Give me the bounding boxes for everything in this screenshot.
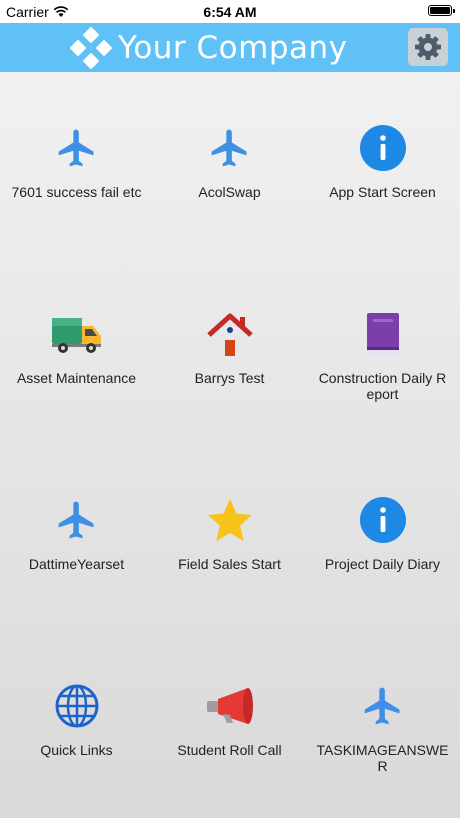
airplane-icon (51, 122, 103, 174)
app-tile-dattimeyearset[interactable]: DattimeYearset (0, 444, 153, 630)
app-tile-label: Quick Links (40, 742, 113, 758)
company-title: Your Company (118, 29, 348, 66)
app-tile-acolswap[interactable]: AcolSwap (153, 72, 306, 258)
app-tile-project-daily-diary[interactable]: Project Daily Diary (306, 444, 459, 630)
app-grid: 7601 success fail etc AcolSwap App Start… (0, 72, 460, 818)
info-icon (357, 494, 409, 546)
app-launcher: 7601 success fail etc AcolSwap App Start… (0, 72, 460, 818)
book-icon (357, 308, 409, 360)
battery-icon (428, 5, 455, 16)
app-tile-7601-success-fail-etc[interactable]: 7601 success fail etc (0, 72, 153, 258)
app-header: Your Company (0, 23, 460, 72)
gear-icon (415, 34, 441, 60)
app-tile-asset-maintenance[interactable]: Asset Maintenance (0, 258, 153, 444)
app-tile-label: Asset Maintenance (16, 370, 137, 386)
app-tile-label: Field Sales Start (178, 556, 281, 572)
airplane-icon (357, 680, 409, 732)
app-tile-label: 7601 success fail etc (11, 184, 142, 200)
airplane-icon (204, 122, 256, 174)
house-icon (204, 308, 256, 360)
star-icon (204, 494, 256, 546)
app-tile-quick-links[interactable]: Quick Links (0, 630, 153, 816)
app-tile-construction-daily-report[interactable]: Construction Daily Report (306, 258, 459, 444)
status-time: 6:54 AM (203, 4, 257, 20)
brand: Your Company (70, 23, 348, 72)
company-logo-icon (70, 26, 112, 69)
megaphone-icon (204, 680, 256, 732)
app-tile-label: Barrys Test (194, 370, 265, 386)
app-tile-label: Construction Daily Report (318, 370, 447, 402)
app-tile-app-start-screen[interactable]: App Start Screen (306, 72, 459, 258)
settings-button[interactable] (408, 28, 448, 66)
app-tile-field-sales-start[interactable]: Field Sales Start (153, 444, 306, 630)
truck-icon (51, 308, 103, 360)
airplane-icon (51, 494, 103, 546)
app-tile-label: Student Roll Call (177, 742, 282, 758)
app-tile-label: AcolSwap (198, 184, 261, 200)
app-tile-barrys-test[interactable]: Barrys Test (153, 258, 306, 444)
info-icon (357, 122, 409, 174)
app-tile-label: TASKIMAGEANSWER (316, 742, 449, 774)
app-tile-taskimageanswer[interactable]: TASKIMAGEANSWER (306, 630, 459, 816)
status-bar: Carrier 6:54 AM (0, 0, 460, 23)
app-tile-student-roll-call[interactable]: Student Roll Call (153, 630, 306, 816)
app-tile-label: App Start Screen (329, 184, 436, 200)
app-tile-label: Project Daily Diary (324, 556, 441, 572)
globe-icon (51, 680, 103, 732)
app-tile-label: DattimeYearset (28, 556, 125, 572)
